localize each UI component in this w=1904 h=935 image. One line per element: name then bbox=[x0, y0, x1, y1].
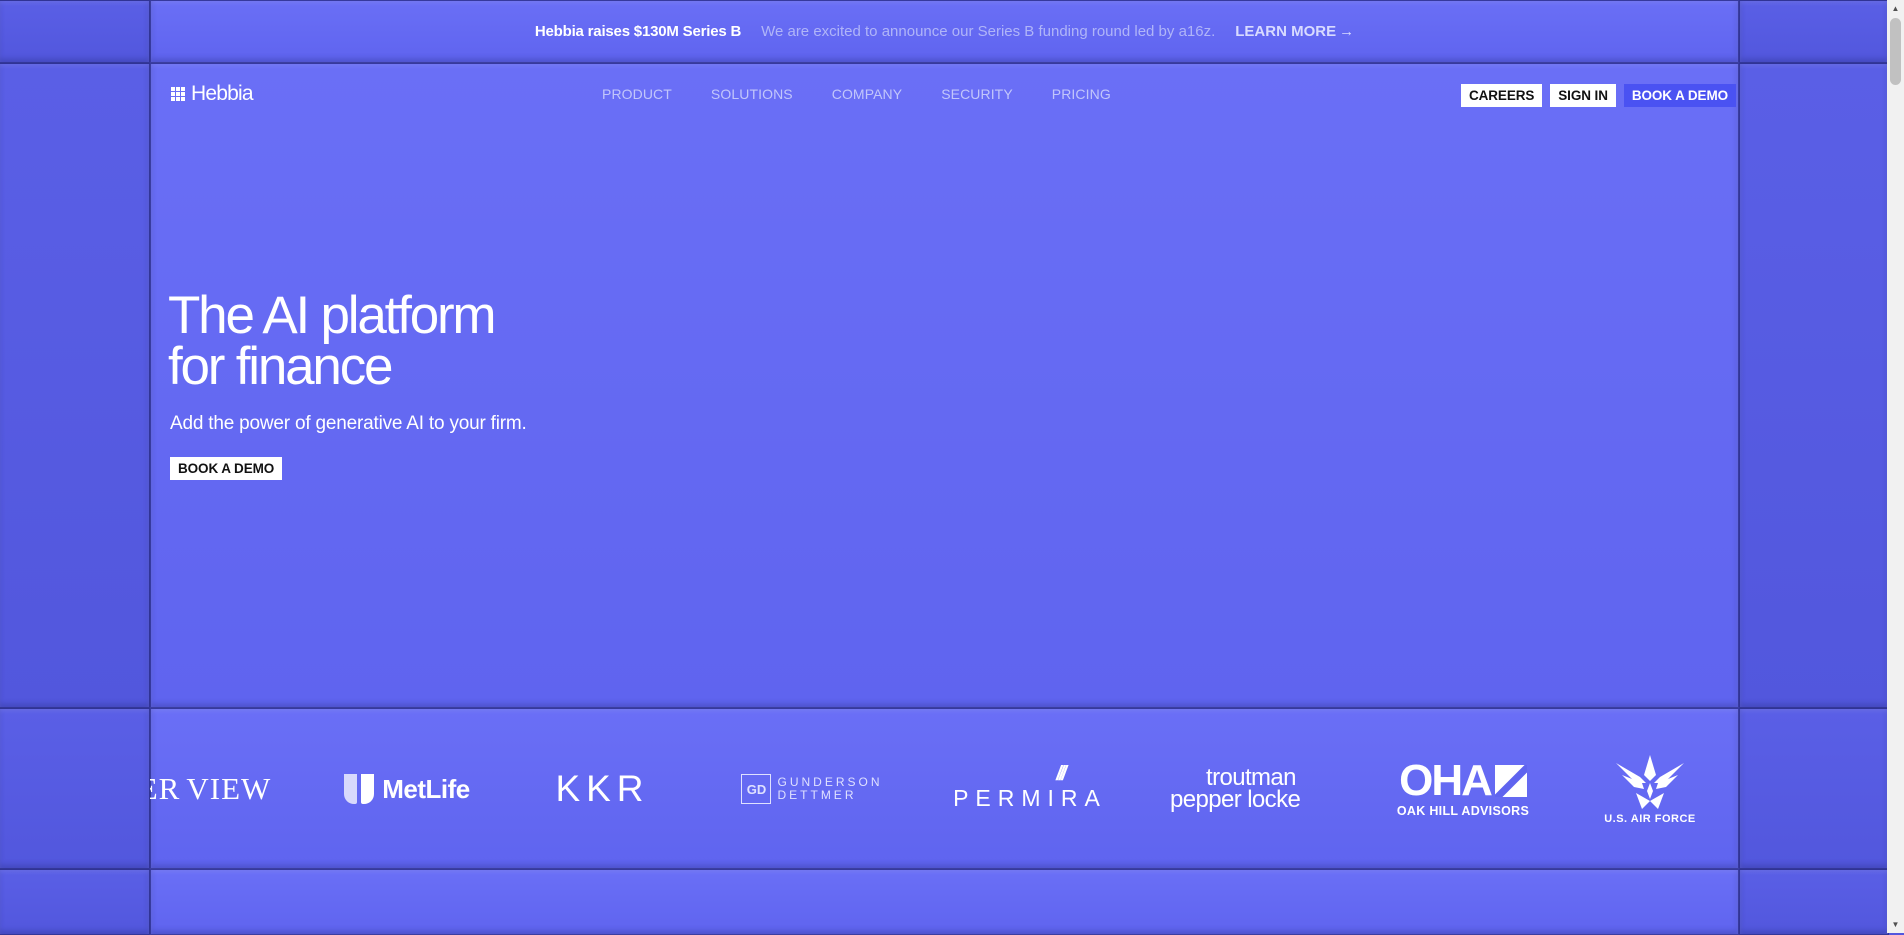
troutman-line-2: pepper locke bbox=[1170, 786, 1301, 813]
brand-logo[interactable]: Hebbia bbox=[171, 82, 254, 106]
bg-tile bbox=[1739, 63, 1889, 708]
kkr-name: KKR bbox=[555, 768, 650, 809]
next-section-panel bbox=[150, 869, 1739, 935]
riverview-right: VIEW bbox=[186, 771, 272, 806]
grid-logo-icon bbox=[171, 87, 185, 101]
announcement-text: We are excited to announce our Series B … bbox=[761, 23, 1216, 40]
customer-logos: ERVIEW MetLife KKR GD GUNDERSON DETTMER … bbox=[150, 710, 1739, 868]
air-force-label: U.S. AIR FORCE bbox=[1604, 813, 1696, 825]
permira-logo: /// PERMIRA bbox=[940, 710, 1120, 868]
bg-tile bbox=[0, 63, 150, 708]
careers-button[interactable]: CAREERS bbox=[1460, 84, 1543, 107]
brand-name: Hebbia bbox=[191, 82, 254, 105]
hero-title-line-2: for finance bbox=[168, 337, 393, 396]
arrow-right-icon: → bbox=[1339, 23, 1355, 40]
bg-tile bbox=[0, 869, 150, 935]
air-force-wings-icon bbox=[1616, 755, 1684, 809]
sign-in-button[interactable]: SIGN IN bbox=[1550, 84, 1616, 107]
metlife-logo: MetLife bbox=[337, 710, 477, 868]
gunderson-mark-icon: GD bbox=[741, 774, 772, 804]
riverview-left: ER bbox=[150, 771, 181, 806]
nav-product[interactable]: PRODUCT bbox=[602, 86, 672, 102]
hero-subtitle: Add the power of generative AI to your f… bbox=[170, 413, 527, 434]
troutman-logo: troutman pepper locke bbox=[1170, 710, 1320, 868]
oha-letters: OHA bbox=[1399, 755, 1493, 805]
nav-pricing[interactable]: PRICING bbox=[1052, 86, 1111, 102]
book-demo-header-button[interactable]: BOOK A DEMO bbox=[1623, 84, 1736, 107]
oak-hill-advisors-logo: OHA OAK HILL ADVISORS bbox=[1387, 710, 1539, 868]
nav-solutions[interactable]: SOLUTIONS bbox=[711, 86, 793, 102]
riverview-logo: ERVIEW bbox=[150, 710, 270, 868]
hero-title: The AI platform for finance bbox=[168, 289, 728, 393]
nav-company[interactable]: COMPANY bbox=[832, 86, 902, 102]
permira-slashes-icon: /// bbox=[1056, 763, 1067, 785]
gunderson-line-2: DETTMER bbox=[777, 788, 857, 802]
metlife-name: MetLife bbox=[382, 773, 470, 804]
announcement-title: Hebbia raises $130M Series B bbox=[534, 23, 742, 40]
oha-flag-icon bbox=[1494, 764, 1527, 797]
scroll-thumb[interactable] bbox=[1890, 18, 1901, 85]
scroll-down-icon[interactable]: ▼ bbox=[1887, 916, 1904, 933]
announcement: Hebbia raises $130M Series B We are exci… bbox=[150, 0, 1739, 63]
metlife-mark-icon bbox=[344, 774, 375, 804]
gunderson-dettmer-logo: GD GUNDERSON DETTMER bbox=[732, 710, 892, 868]
bg-tile bbox=[0, 708, 150, 869]
nav-security[interactable]: SECURITY bbox=[941, 86, 1013, 102]
book-demo-hero-button[interactable]: BOOK A DEMO bbox=[170, 457, 283, 480]
bg-tile bbox=[0, 0, 150, 63]
header-actions: CAREERS SIGN IN BOOK A DEMO bbox=[1460, 84, 1736, 107]
kkr-logo: KKR bbox=[540, 710, 665, 868]
bg-tile bbox=[1739, 0, 1889, 63]
scroll-up-icon[interactable]: ▲ bbox=[1887, 0, 1904, 17]
us-air-force-logo: U.S. AIR FORCE bbox=[1580, 710, 1720, 868]
bg-tile bbox=[1739, 869, 1889, 935]
main-nav: PRODUCT SOLUTIONS COMPANY SECURITY PRICI… bbox=[602, 86, 1111, 102]
learn-more-label: LEARN MORE bbox=[1235, 23, 1337, 40]
learn-more-link[interactable]: LEARN MORE → bbox=[1235, 23, 1354, 40]
permira-name: PERMIRA bbox=[953, 785, 1107, 811]
page-scrollbar[interactable]: ▲ ▼ bbox=[1887, 0, 1904, 933]
bg-tile bbox=[1739, 708, 1889, 869]
oha-subtitle: OAK HILL ADVISORS bbox=[1396, 803, 1530, 818]
